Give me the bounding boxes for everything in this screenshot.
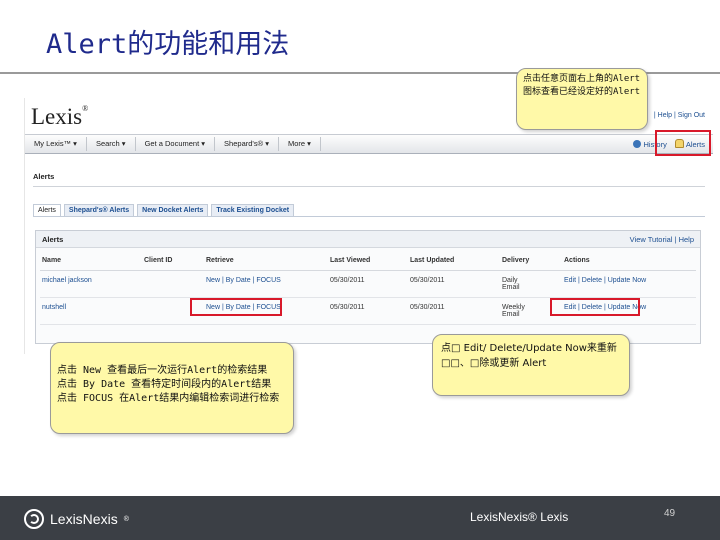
col-client-id: Client ID [142, 253, 204, 271]
footer-logo: LexisNexis ® [24, 509, 129, 529]
footer-bar: LexisNexis ® LexisNexis® Lexis 49 [0, 496, 720, 540]
page-number: 49 [664, 508, 676, 519]
alerts-panel: Alerts View Tutorial | Help Name Client … [35, 230, 701, 344]
section-title: Alerts [33, 172, 705, 187]
lexis-logo: Lexis® [31, 104, 89, 129]
main-nav: My Lexis™ ▾ Search ▾ Get a Document ▾ Sh… [25, 134, 713, 154]
alerts-icon-highlight [655, 130, 711, 156]
nav-item-shepards[interactable]: Shepard's® ▾ [215, 137, 279, 151]
actions-highlight [550, 298, 640, 316]
retrieve-links[interactable]: New | By Date | FOCUS [204, 270, 328, 298]
client-id [142, 270, 204, 298]
nav-item-my-lexis[interactable]: My Lexis™ ▾ [25, 137, 87, 151]
col-retrieve: Retrieve [204, 253, 328, 271]
alerts-panel-header: Alerts View Tutorial | Help [36, 231, 700, 248]
col-name: Name [40, 253, 142, 271]
tabs-divider [33, 216, 705, 217]
nav-item-search[interactable]: Search ▾ [87, 137, 136, 151]
history-icon [633, 139, 642, 148]
alert-name[interactable]: nutshell [40, 297, 142, 325]
callout-line-focus: 点击 FOCUS 在Alert结果内编辑检索词进行检索 [57, 393, 280, 404]
col-last-viewed: Last Viewed [328, 253, 408, 271]
delivery: Daily Email [500, 270, 562, 298]
last-viewed: 05/30/2011 [328, 297, 408, 325]
action-links[interactable]: Edit | Delete | Update Now [562, 270, 696, 298]
alerts-panel-title: Alerts [42, 235, 64, 244]
tutorial-help-links[interactable]: View Tutorial | Help [630, 235, 694, 244]
lexis-screenshot: Lexis® | Help | Sign Out My Lexis™ ▾ Sea… [24, 98, 713, 354]
nav-item-get-document[interactable]: Get a Document ▾ [136, 137, 216, 151]
last-updated: 05/30/2011 [408, 270, 500, 298]
callout-retrieve-options: 点击 New 查看最后一次运行Alert的检索结果 点击 By Date 查看特… [50, 342, 294, 434]
col-actions: Actions [562, 253, 696, 271]
table-row: michael jackson New | By Date | FOCUS 05… [40, 270, 696, 298]
callout-line-by-date: 点击 By Date 查看特定时间段内的Alert结果 [57, 379, 272, 390]
nav-item-more[interactable]: More ▾ [279, 137, 321, 151]
last-updated: 05/30/2011 [408, 297, 500, 325]
retrieve-highlight [190, 298, 282, 316]
alert-name[interactable]: michael jackson [40, 270, 142, 298]
callout-alert-icon: 点击任意页面右上角的Alert图标查看已经设定好的Alert [516, 68, 648, 130]
callout-actions: 点□ Edit/ Delete/Update Now来重新□□、□除或更新 Al… [432, 334, 630, 396]
footer-brand-text: LexisNexis® Lexis [470, 510, 569, 524]
col-last-updated: Last Updated [408, 253, 500, 271]
utility-links[interactable]: | Help | Sign Out [654, 112, 705, 119]
lexisnexis-logo-icon [24, 509, 44, 529]
callout-line-new: 点击 New 查看最后一次运行Alert的检索结果 [57, 365, 268, 376]
col-delivery: Delivery [500, 253, 562, 271]
slide-title: Alert的功能和用法 [46, 29, 290, 60]
last-viewed: 05/30/2011 [328, 270, 408, 298]
